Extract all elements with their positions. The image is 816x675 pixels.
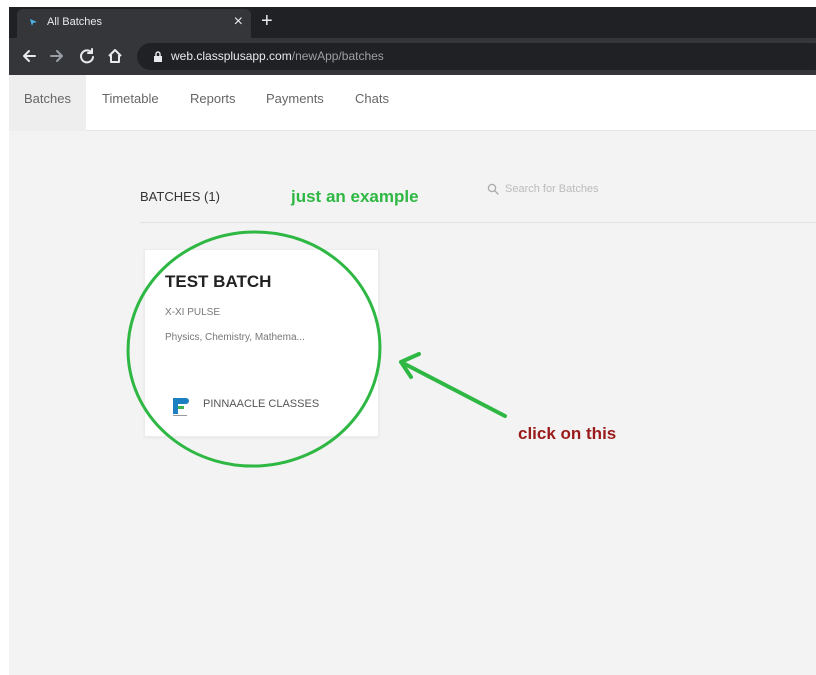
tab-title: All Batches <box>47 16 103 28</box>
pinnaacle-logo-icon <box>173 398 189 416</box>
batch-course: X-XI PULSE <box>165 307 221 318</box>
app-nav: Batches Timetable Reports Payments Chats <box>9 75 816 131</box>
browser-tab-strip: All Batches × + <box>9 7 816 38</box>
screenshot: All Batches × + web.classplusapp.com/new… <box>9 7 816 675</box>
url-path: /newApp/batches <box>291 49 384 63</box>
browser-toolbar: web.classplusapp.com/newApp/batches <box>9 38 816 75</box>
search-icon <box>487 183 499 195</box>
annotation-click-note: click on this <box>518 424 617 443</box>
address-bar[interactable]: web.classplusapp.com/newApp/batches <box>137 43 816 70</box>
url-host: web.classplusapp.com <box>171 49 292 63</box>
batch-title: TEST BATCH <box>165 272 272 291</box>
search-batches-input[interactable] <box>505 179 705 199</box>
nav-tab-payments[interactable]: Payments <box>266 75 324 131</box>
lock-icon <box>154 51 162 62</box>
browser-tab[interactable]: All Batches × <box>17 9 251 38</box>
url-text: web.classplusapp.com/newApp/batches <box>171 49 384 63</box>
header-divider <box>140 222 816 223</box>
reload-icon[interactable] <box>77 46 97 66</box>
arrow-left-icon[interactable] <box>19 46 39 66</box>
batches-heading: BATCHES (1) <box>140 189 220 204</box>
nav-tab-batches[interactable]: Batches <box>9 75 86 131</box>
arrow-right-icon[interactable] <box>47 46 67 66</box>
new-tab-button[interactable]: + <box>261 10 273 32</box>
nav-tab-chats[interactable]: Chats <box>355 75 389 131</box>
nav-tab-timetable[interactable]: Timetable <box>102 75 159 131</box>
favicon-icon <box>30 19 37 26</box>
batch-subjects: Physics, Chemistry, Mathema... <box>165 332 305 343</box>
tab-close-button[interactable]: × <box>234 13 243 31</box>
annotation-example-note: just an example <box>291 187 419 206</box>
home-icon[interactable] <box>105 46 125 66</box>
nav-tab-reports[interactable]: Reports <box>190 75 236 131</box>
org-name: PINNAACLE CLASSES <box>203 398 320 410</box>
batch-card[interactable]: TEST BATCH X-XI PULSE Physics, Chemistry… <box>144 249 379 437</box>
